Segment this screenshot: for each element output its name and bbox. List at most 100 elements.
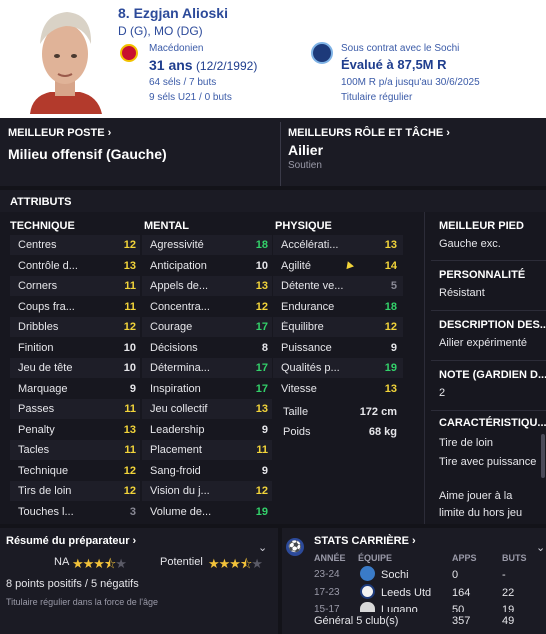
description-title: DESCRIPTION DES... (439, 319, 546, 331)
best-foot-value: Gauche exc. (439, 238, 501, 250)
attribute-row[interactable]: Tacles 11 (10, 440, 140, 460)
star-empty-icon: ★ (251, 556, 263, 571)
player-value: Évalué à 87,5M R (341, 57, 447, 72)
attribute-row[interactable]: Touches l... 3 (10, 502, 140, 522)
attribute-label: Détermina... (150, 362, 210, 374)
attribute-label: Coups fra... (18, 300, 75, 313)
attribute-row[interactable]: Agressivité 18 (142, 235, 272, 255)
team-cell[interactable]: Sochi (381, 569, 409, 581)
attribute-label: Volume de... (150, 505, 212, 518)
trait-item: Tire avec puissance (439, 456, 537, 468)
attribute-row[interactable]: Volume de... 19 (142, 502, 272, 522)
attribute-row[interactable]: Accélérati... 13 (273, 235, 403, 255)
attribute-label: Vision du j... (150, 485, 210, 497)
attribute-row[interactable]: Tirs de loin 12 (10, 481, 140, 501)
col-goals: BUTS (502, 553, 527, 563)
attribute-label: Courage (150, 321, 193, 333)
attribute-row[interactable]: Passes 11 (10, 399, 140, 419)
attribute-row[interactable]: Sang-froid 9 (142, 461, 272, 481)
attribute-row[interactable]: Leadership 9 (142, 420, 272, 440)
attribute-row[interactable]: Coups fra... 11 (10, 297, 140, 317)
attribute-label: Technique (18, 464, 69, 477)
scout-report-title[interactable]: Résumé du préparateur › (6, 535, 136, 547)
goals-cell: 22 (502, 587, 515, 599)
team-cell[interactable]: Leeds Utd (381, 587, 431, 599)
attribute-row[interactable]: Endurance 18 (273, 297, 403, 317)
attribute-row[interactable]: Finition 10 (10, 338, 140, 358)
attribute-label: Passes (18, 403, 55, 415)
attributes-title: ATTRIBUTS (10, 196, 72, 208)
attribute-row[interactable]: Centres 12 (10, 235, 140, 255)
attribute-row[interactable]: Jeu de tête 10 (10, 358, 140, 378)
height-value: 172 cm (359, 406, 397, 418)
club-badge-icon[interactable] (311, 42, 333, 64)
attribute-label: Touches l... (18, 505, 74, 518)
attribute-value: 3 (129, 505, 136, 518)
attribute-row[interactable]: Inspiration 17 (142, 379, 272, 399)
attribute-row[interactable]: Technique 12 (10, 461, 140, 481)
attribute-row[interactable]: Vitesse 13 (273, 379, 403, 399)
attribute-row[interactable]: Décisions 8 (142, 338, 272, 358)
best-position-title[interactable]: MEILLEUR POSTE › (8, 127, 111, 139)
attribute-row[interactable]: Détermina... 17 (142, 358, 272, 378)
attribute-row[interactable]: Placement 11 (142, 440, 272, 460)
height-label: Taille (283, 406, 309, 418)
attribute-value: 13 (123, 423, 136, 436)
contract-info[interactable]: Sous contrat avec le Sochi (341, 43, 459, 54)
attribute-row[interactable]: Contrôle d... 13 (10, 256, 140, 276)
career-stats-title[interactable]: STATS CARRIÈRE › (314, 535, 416, 547)
attribute-label: Endurance (281, 300, 335, 313)
chevron-down-icon[interactable]: ⌄ (536, 541, 545, 554)
chevron-right-icon: › (446, 127, 450, 139)
divider (431, 410, 546, 411)
description-value: Ailier expérimenté (439, 337, 528, 349)
attribute-row[interactable]: Dribbles 12 (10, 317, 140, 337)
attribute-row[interactable]: Équilibre 12 (273, 317, 403, 337)
scout-note: Titulaire régulier dans la force de l'âg… (6, 597, 158, 607)
gk-rating-value: 2 (439, 387, 446, 399)
personality-title: PERSONNALITÉ (439, 269, 526, 281)
attribute-row[interactable]: Puissance 9 (273, 338, 403, 358)
attribute-value: 11 (124, 300, 136, 313)
height-row: Taille 172 cm (275, 402, 405, 422)
attribute-row[interactable]: Vision du j... 12 (142, 481, 272, 501)
player-name[interactable]: 8. Ezgjan Alioski (118, 5, 228, 21)
chevron-down-icon[interactable]: ⌄ (258, 541, 267, 554)
attribute-row[interactable]: Agilité 14 (273, 256, 403, 276)
attribute-value: 10 (123, 362, 136, 374)
attribute-row[interactable]: Jeu collectif 13 (142, 399, 272, 419)
star-icon: ★★★ (208, 556, 241, 571)
attribute-row[interactable]: Concentra... 12 (142, 297, 272, 317)
nation-flag-icon[interactable] (120, 44, 138, 62)
attribute-value: 13 (255, 403, 268, 415)
birth-date: (12/2/1992) (195, 59, 258, 73)
attribute-label: Jeu collectif (150, 403, 208, 415)
attribute-label: Agressivité (150, 239, 204, 251)
attributes-header (0, 190, 546, 212)
attribute-row[interactable]: Corners 11 (10, 276, 140, 296)
attribute-row[interactable]: Qualités p... 19 (273, 358, 403, 378)
attribute-value: 13 (123, 259, 136, 272)
attribute-value: 10 (123, 341, 136, 354)
attribute-row[interactable]: Appels de... 13 (142, 276, 272, 296)
nationality[interactable]: Macédonien (149, 43, 203, 54)
attribute-row[interactable]: Courage 17 (142, 317, 272, 337)
attribute-row[interactable]: Marquage 9 (10, 379, 140, 399)
best-role-title[interactable]: MEILLEURS RÔLE ET TÂCHE › (288, 127, 450, 139)
best-role-value: Ailier (288, 142, 324, 158)
attribute-value: 12 (384, 321, 397, 333)
attribute-value: 19 (384, 362, 397, 374)
attribute-row[interactable]: Anticipation 10 (142, 256, 272, 276)
attribute-value: 11 (124, 444, 136, 456)
season-cell: 17-23 (314, 587, 340, 598)
attribute-row[interactable]: Détente ve... 5 (273, 276, 403, 296)
attribute-row[interactable]: Penalty 13 (10, 420, 140, 440)
attribute-value: 12 (123, 321, 136, 333)
attribute-value: 18 (255, 239, 268, 251)
attribute-value: 13 (255, 280, 268, 292)
attribute-value: 11 (124, 403, 136, 415)
player-wage: 100M R p/a jusqu'au 30/6/2025 (341, 77, 480, 88)
attribute-label: Vitesse (281, 382, 317, 395)
weight-label: Poids (283, 426, 311, 438)
scrollbar[interactable] (541, 434, 545, 478)
